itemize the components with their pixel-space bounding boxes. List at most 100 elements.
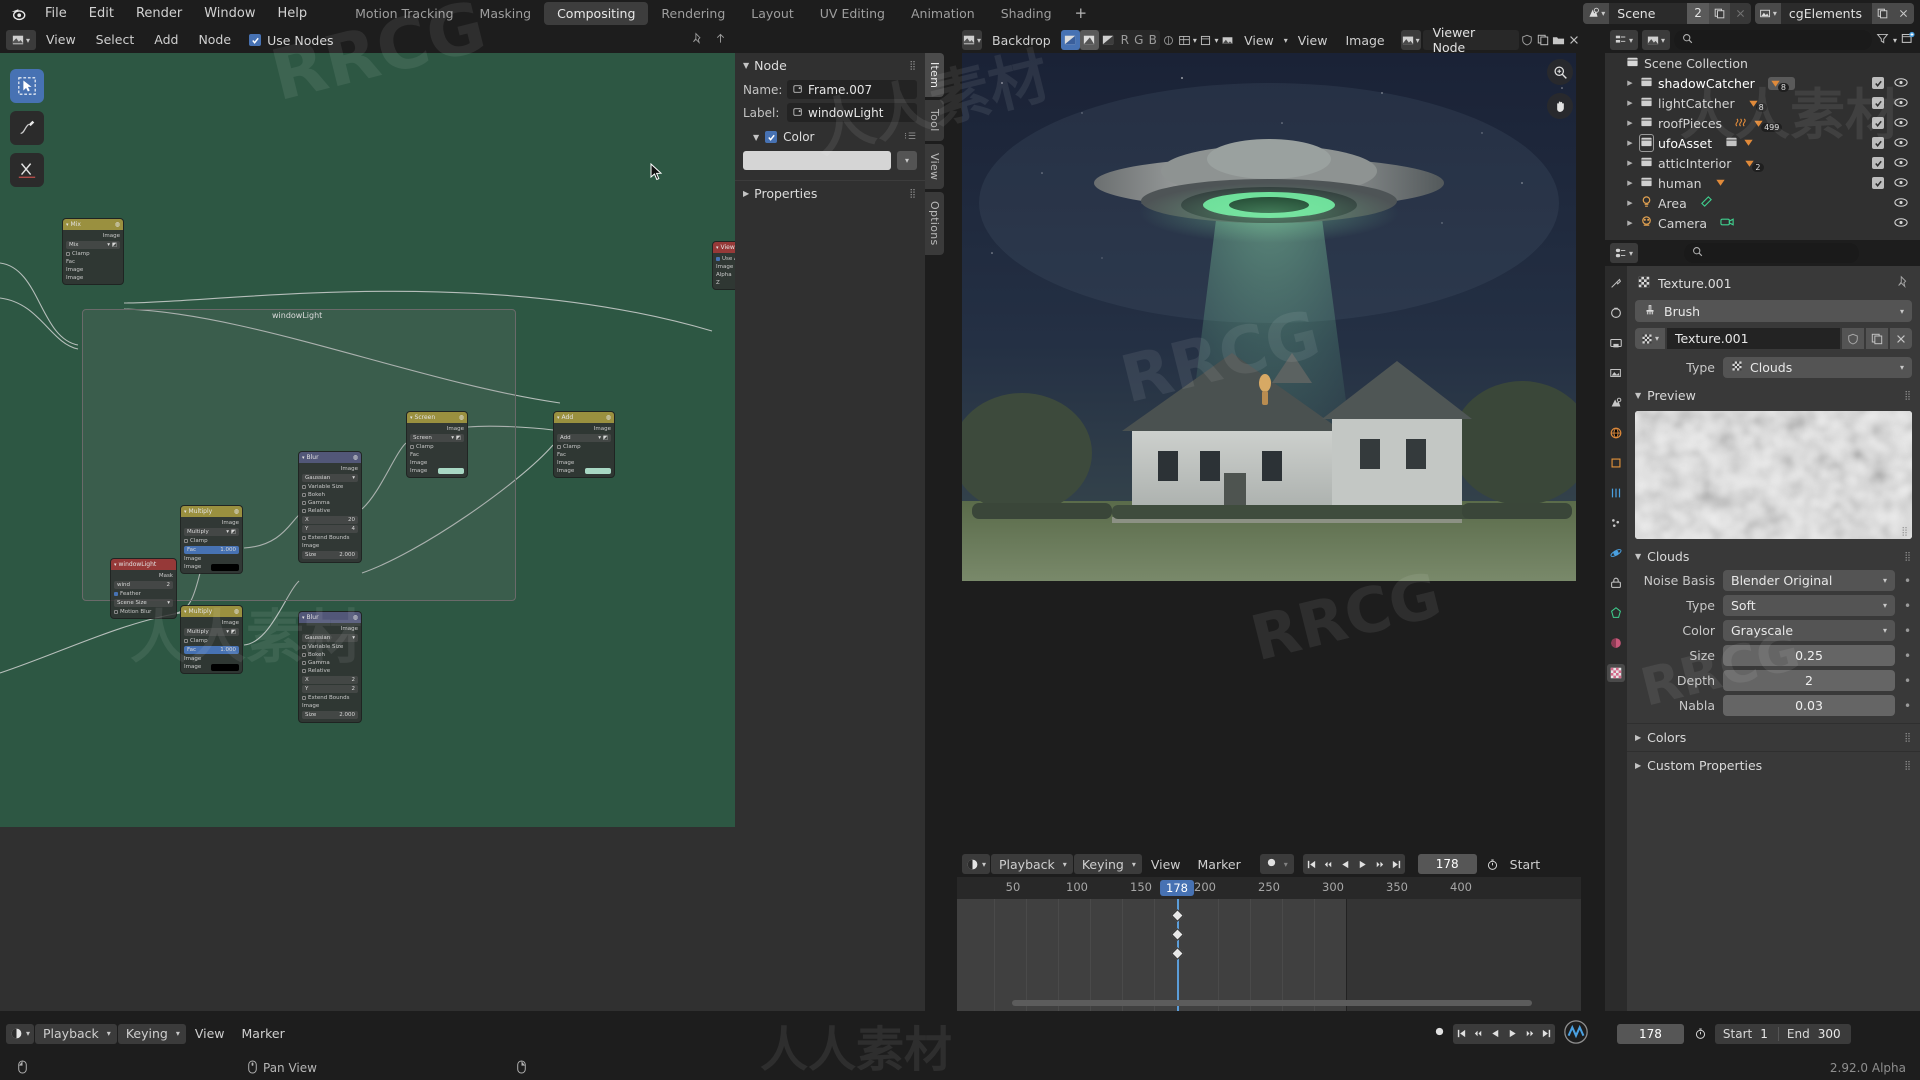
play-reverse-icon[interactable] (1337, 854, 1354, 874)
marker-menu[interactable]: Marker (234, 1026, 293, 1041)
view-menu[interactable]: View (1290, 33, 1336, 48)
node-label-input[interactable]: windowLight (787, 103, 917, 122)
node-filter-type[interactable]: Gaussian▾ (302, 634, 358, 642)
jump-end-icon[interactable] (1538, 1024, 1555, 1044)
node-blend-mode[interactable]: Multiply▾ ◩ (184, 528, 239, 536)
node-output-image[interactable]: Image (410, 425, 464, 433)
view-menu[interactable]: View (1143, 857, 1189, 872)
blender-logo-icon[interactable] (0, 0, 34, 27)
material-tab[interactable] (1607, 634, 1625, 652)
mesh-data-icon[interactable]: 8 (1768, 77, 1795, 90)
size-value-field[interactable]: 0.25 (1723, 645, 1895, 666)
duplicate-icon[interactable] (1536, 30, 1550, 50)
node-header[interactable]: ▾ Multiply ◍ (181, 506, 242, 517)
mesh-data-icon[interactable]: 8 (1748, 98, 1771, 109)
pin-icon[interactable] (691, 32, 704, 49)
slot-icon[interactable] (1162, 30, 1176, 50)
node-input-fac[interactable]: Fac1.000 (184, 646, 239, 654)
rendered-image-canvas[interactable] (962, 53, 1576, 581)
texture-name-field[interactable]: Texture.001 (1667, 328, 1840, 349)
node-input-image-2[interactable]: Image (66, 274, 120, 282)
color-checkbox[interactable] (765, 131, 777, 143)
node-mix-top[interactable]: ▾ Mix ◍ Image Mix▾ ◩ Clamp Fac Image Ima… (62, 218, 124, 285)
outliner-item-camera[interactable]: ▶ Camera (1605, 213, 1920, 233)
jump-start-icon[interactable] (1453, 1024, 1470, 1044)
menu-render[interactable]: Render (125, 0, 193, 27)
scene-selector[interactable]: ▾ Scene 2 (1583, 3, 1751, 24)
node-input-image-2[interactable]: Image (184, 563, 239, 571)
filter-funnel-icon[interactable] (1876, 32, 1889, 49)
node-header[interactable]: ▾ Blur ◍ (299, 612, 361, 623)
eye-icon[interactable] (1894, 196, 1908, 211)
node-check-variable-size[interactable]: Variable Size (302, 643, 358, 651)
disclosure-triangle-icon[interactable]: ▶ (1625, 119, 1635, 127)
horizontal-scrollbar[interactable] (1012, 1000, 1532, 1006)
clouds-panel-header[interactable]: ▼ Clouds ⣿ (1635, 543, 1912, 570)
node-output-image[interactable]: Image (302, 465, 358, 473)
view-dropdown-1[interactable]: View (1236, 33, 1282, 48)
disclosure-triangle-icon[interactable]: ▶ (1625, 79, 1635, 87)
node-name-input[interactable]: Frame.007 (787, 80, 917, 99)
checkbox-enabled[interactable] (1872, 97, 1884, 109)
parent-node-tree-icon[interactable] (714, 32, 727, 49)
record-dot-icon[interactable] (1434, 1026, 1445, 1041)
auto-keying-toggle[interactable]: ▾ (1260, 854, 1294, 874)
properties-search-input[interactable] (1684, 243, 1859, 263)
modifier-icon[interactable] (1735, 116, 1748, 131)
node-clamp-checkbox[interactable]: Clamp (557, 443, 611, 451)
node-header[interactable]: ▾ Screen ◍ (407, 412, 467, 423)
node-check-bokeh[interactable]: Bokeh (302, 651, 358, 659)
play-icon[interactable] (1354, 854, 1371, 874)
node-input-size[interactable]: Size2.000 (302, 551, 358, 559)
eye-icon[interactable] (1894, 76, 1908, 91)
node-menu-view[interactable]: View (36, 27, 86, 53)
node-input-image-1[interactable]: Image (184, 555, 239, 563)
texture-tab[interactable] (1607, 664, 1625, 682)
play-icon[interactable] (1504, 1024, 1521, 1044)
outliner-item-area[interactable]: ▶ Area (1605, 193, 1920, 213)
node-mask-datablock[interactable]: wind2 (114, 581, 173, 589)
node-header[interactable]: ▾ Add ◍ (554, 412, 614, 423)
disclosure-triangle-icon[interactable]: ▶ (1625, 219, 1635, 227)
node-check-feather[interactable]: Feather (114, 590, 173, 598)
disclosure-triangle-icon[interactable]: ▶ (1625, 179, 1635, 187)
node-check-variable-size[interactable]: Variable Size (302, 483, 358, 491)
preview-panel-header[interactable]: ▼ Preview ⣿ (1635, 382, 1912, 409)
tool-tab[interactable] (1607, 274, 1625, 292)
render-tab[interactable] (1607, 304, 1625, 322)
scene-tab[interactable] (1607, 394, 1625, 412)
tab-layout[interactable]: Layout (738, 2, 807, 25)
keying-menu[interactable]: Keying▾ (118, 1024, 186, 1044)
tab-rendering[interactable]: Rendering (648, 2, 738, 25)
node-input-fac[interactable]: Fac1.000 (184, 546, 239, 554)
properties-panel-header[interactable]: ▶ Properties ⣿ (735, 181, 925, 206)
next-keyframe-icon[interactable] (1371, 854, 1388, 874)
node-blur-2[interactable]: ▾ Blur ◍ Image Gaussian▾ Variable Size B… (298, 611, 362, 723)
eye-icon[interactable] (1894, 136, 1908, 151)
pin-icon[interactable] (1896, 275, 1910, 292)
prev-keyframe-icon[interactable] (1320, 854, 1337, 874)
node-header[interactable]: ▾ Blur ◍ (299, 452, 361, 463)
disclosure-triangle-icon[interactable]: ▶ (1625, 199, 1635, 207)
node-check-bokeh[interactable]: Bokeh (302, 491, 358, 499)
node-check-gamma[interactable]: Gamma (302, 499, 358, 507)
clouds-color-select[interactable]: Grayscale▾ (1723, 620, 1895, 641)
node-input-image-1[interactable]: Image (66, 266, 120, 274)
blue-channel-button[interactable]: B (1146, 33, 1160, 47)
tab-compositing[interactable]: Compositing (544, 2, 648, 25)
keyframe-marker[interactable] (1171, 909, 1184, 922)
npanel-tab-tool[interactable]: Tool (925, 100, 944, 141)
depth-value-field[interactable]: 2 (1723, 670, 1895, 691)
node-input-image-1[interactable]: Image (557, 459, 611, 467)
menu-file[interactable]: File (34, 0, 78, 27)
color-channel-icon[interactable] (1061, 30, 1080, 50)
node-blur-y[interactable]: Y2 (302, 685, 358, 693)
node-input-fac[interactable]: Fac (557, 451, 611, 459)
keyframe-marker[interactable] (1171, 947, 1184, 960)
checkbox-enabled[interactable] (1872, 137, 1884, 149)
node-output-image[interactable]: Image (302, 625, 358, 633)
node-check-extend-bounds[interactable]: Extend Bounds (302, 694, 358, 702)
eye-icon[interactable] (1894, 156, 1908, 171)
animate-property-icon[interactable]: • (1903, 624, 1912, 638)
checkbox-enabled[interactable] (1872, 157, 1884, 169)
